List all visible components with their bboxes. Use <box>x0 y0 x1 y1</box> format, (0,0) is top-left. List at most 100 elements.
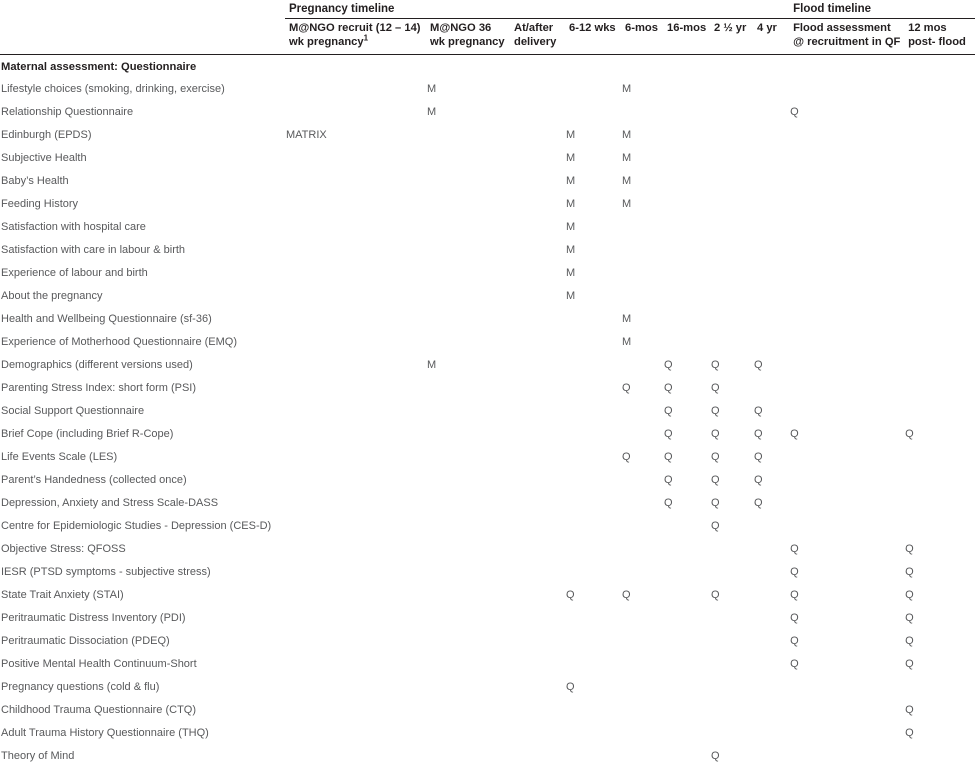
cell-12-mos-post-flood: Q <box>904 584 975 607</box>
cell-mngo-36wk: M <box>426 354 510 377</box>
cell-16-mos <box>663 630 710 653</box>
cell-16-mos <box>663 193 710 216</box>
cell-4-yr: Q <box>753 492 789 515</box>
cell-4-yr <box>753 538 789 561</box>
cell-6-mos <box>621 354 663 377</box>
cell-2-5-yr: Q <box>710 515 753 538</box>
cell-6-12-wks <box>565 745 621 768</box>
cell-4-yr <box>753 170 789 193</box>
cell-6-12-wks: M <box>565 262 621 285</box>
cell-16-mos: Q <box>663 492 710 515</box>
cell-16-mos <box>663 561 710 584</box>
table-row: Lifestyle choices (smoking, drinking, ex… <box>0 78 975 101</box>
column-header-row: M@NGO recruit (12 – 14) wk pregnancy1 M@… <box>0 19 975 55</box>
cell-2-5-yr <box>710 607 753 630</box>
assessment-timeline-table: Pregnancy timeline Flood timeline M@NGO … <box>0 0 975 768</box>
cell-16-mos <box>663 101 710 124</box>
footnote-marker-1: 1 <box>364 33 368 42</box>
cell-mngo-recruit <box>285 285 426 308</box>
row-label: Pregnancy questions (cold & flu) <box>0 676 285 699</box>
cell-12-mos-post-flood <box>904 101 975 124</box>
cell-2-5-yr: Q <box>710 745 753 768</box>
cell-4-yr: Q <box>753 469 789 492</box>
column-header-16-mos: 16-mos <box>663 19 710 55</box>
cell-6-mos <box>621 515 663 538</box>
row-label: Brief Cope (including Brief R-Cope) <box>0 423 285 446</box>
cell-mngo-36wk <box>426 676 510 699</box>
cell-12-mos-post-flood <box>904 285 975 308</box>
cell-flood-assessment-recruitment <box>789 469 904 492</box>
cell-12-mos-post-flood: Q <box>904 561 975 584</box>
row-label: Centre for Epidemiologic Studies - Depre… <box>0 515 285 538</box>
cell-2-5-yr: Q <box>710 584 753 607</box>
cell-mngo-36wk <box>426 124 510 147</box>
cell-2-5-yr <box>710 78 753 101</box>
table-row: Feeding HistoryMM <box>0 193 975 216</box>
cell-6-mos <box>621 423 663 446</box>
cell-mngo-36wk <box>426 561 510 584</box>
cell-12-mos-post-flood <box>904 400 975 423</box>
cell-2-5-yr <box>710 538 753 561</box>
cell-6-mos <box>621 239 663 262</box>
cell-flood-assessment-recruitment <box>789 331 904 354</box>
cell-12-mos-post-flood: Q <box>904 699 975 722</box>
cell-at-after-delivery <box>510 607 565 630</box>
group-header-pregnancy-timeline: Pregnancy timeline <box>285 0 789 19</box>
cell-6-mos <box>621 101 663 124</box>
cell-6-mos: M <box>621 147 663 170</box>
cell-mngo-recruit <box>285 331 426 354</box>
cell-mngo-recruit <box>285 699 426 722</box>
table-row: Relationship QuestionnaireMQ <box>0 101 975 124</box>
cell-16-mos <box>663 584 710 607</box>
cell-at-after-delivery <box>510 377 565 400</box>
cell-6-12-wks <box>565 400 621 423</box>
cell-2-5-yr <box>710 239 753 262</box>
cell-6-mos: M <box>621 78 663 101</box>
cell-at-after-delivery <box>510 400 565 423</box>
cell-at-after-delivery <box>510 101 565 124</box>
cell-mngo-36wk <box>426 285 510 308</box>
cell-4-yr <box>753 308 789 331</box>
cell-mngo-36wk <box>426 170 510 193</box>
table-row: Health and Wellbeing Questionnaire (sf-3… <box>0 308 975 331</box>
cell-6-mos <box>621 653 663 676</box>
cell-6-12-wks <box>565 538 621 561</box>
row-label: Edinburgh (EPDS) <box>0 124 285 147</box>
cell-6-mos <box>621 722 663 745</box>
cell-flood-assessment-recruitment <box>789 193 904 216</box>
cell-mngo-36wk <box>426 262 510 285</box>
cell-6-mos <box>621 469 663 492</box>
table-row: Experience of labour and birthM <box>0 262 975 285</box>
cell-mngo-36wk <box>426 745 510 768</box>
row-label: Social Support Questionnaire <box>0 400 285 423</box>
cell-6-12-wks: M <box>565 193 621 216</box>
cell-12-mos-post-flood <box>904 515 975 538</box>
cell-6-12-wks <box>565 722 621 745</box>
cell-12-mos-post-flood <box>904 147 975 170</box>
cell-6-12-wks <box>565 469 621 492</box>
cell-6-mos: M <box>621 193 663 216</box>
cell-flood-assessment-recruitment <box>789 446 904 469</box>
cell-16-mos <box>663 331 710 354</box>
cell-mngo-36wk <box>426 699 510 722</box>
cell-4-yr <box>753 699 789 722</box>
cell-6-12-wks <box>565 630 621 653</box>
cell-6-mos <box>621 561 663 584</box>
table-header: Pregnancy timeline Flood timeline M@NGO … <box>0 0 975 55</box>
cell-flood-assessment-recruitment <box>789 377 904 400</box>
cell-6-mos <box>621 676 663 699</box>
column-header-12-mos-post-flood: 12 mos post- flood <box>904 19 975 55</box>
cell-mngo-36wk <box>426 630 510 653</box>
cell-6-12-wks: M <box>565 124 621 147</box>
column-header-mngo-recruit: M@NGO recruit (12 – 14) wk pregnancy1 <box>285 19 426 55</box>
cell-4-yr <box>753 630 789 653</box>
row-label: Lifestyle choices (smoking, drinking, ex… <box>0 78 285 101</box>
cell-mngo-36wk <box>426 377 510 400</box>
table-row: About the pregnancyM <box>0 285 975 308</box>
table-row: Edinburgh (EPDS)MATRIXMM <box>0 124 975 147</box>
cell-16-mos <box>663 262 710 285</box>
table-row: Theory of MindQ <box>0 745 975 768</box>
cell-6-mos: Q <box>621 377 663 400</box>
cell-6-mos <box>621 285 663 308</box>
cell-4-yr <box>753 262 789 285</box>
